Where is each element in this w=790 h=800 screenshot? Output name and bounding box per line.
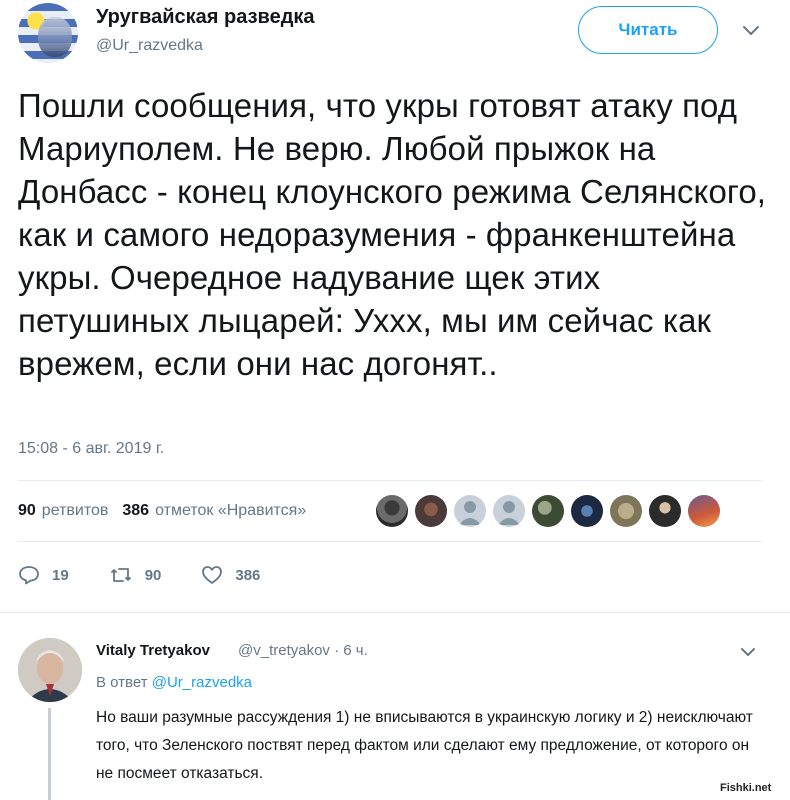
watermark: Fishki.net xyxy=(720,782,772,794)
likes-count: 386 xyxy=(122,502,150,519)
retweets-stat[interactable]: 90 ретвитов xyxy=(18,502,108,520)
tweet-actions: 19 90 386 xyxy=(18,560,300,590)
liker-avatar[interactable] xyxy=(415,495,447,527)
retweets-count: 90 xyxy=(18,502,36,519)
likes-stat[interactable]: 386 отметок «Нравится» xyxy=(122,502,306,520)
account-display-name[interactable]: Уругвайская разведка xyxy=(96,6,315,29)
reply-action[interactable]: 19 xyxy=(18,565,69,585)
reply-handle-time[interactable]: @v_tretyakov · 6 ч. xyxy=(238,642,368,659)
reply-icon xyxy=(19,566,39,585)
divider xyxy=(0,612,790,613)
likes-label: отметок «Нравится» xyxy=(155,502,307,519)
like-count: 386 xyxy=(235,566,261,584)
reply-to-mention[interactable]: @Ur_razvedka xyxy=(152,674,252,691)
reply-to-line: В ответ @Ur_razvedka xyxy=(96,674,252,691)
chevron-down-icon[interactable] xyxy=(740,646,756,658)
tweet-stats: 90 ретвитов 386 отметок «Нравится» xyxy=(18,495,320,527)
reply-to-prefix: В ответ xyxy=(96,674,148,691)
divider xyxy=(18,480,762,481)
reply-tweet[interactable]: Vitaly Tretyakov @v_tretyakov · 6 ч. В о… xyxy=(0,620,790,800)
liker-avatars xyxy=(376,495,727,527)
thread-line xyxy=(48,708,51,800)
liker-avatar[interactable] xyxy=(454,495,486,527)
retweet-count: 90 xyxy=(144,566,162,584)
account-avatar[interactable] xyxy=(18,3,78,63)
account-handle[interactable]: @Ur_razvedka xyxy=(96,37,203,55)
liker-avatar[interactable] xyxy=(376,495,408,527)
reply-avatar[interactable] xyxy=(18,638,82,702)
divider xyxy=(18,541,762,542)
liker-avatar[interactable] xyxy=(571,495,603,527)
heart-icon xyxy=(202,566,223,584)
retweet-action[interactable]: 90 xyxy=(109,565,162,585)
retweets-label: ретвитов xyxy=(41,502,109,519)
liker-avatar[interactable] xyxy=(610,495,642,527)
follow-button[interactable]: Читать xyxy=(578,6,718,54)
liker-avatar[interactable] xyxy=(688,495,720,527)
reply-text: Но ваши разумные рассуждения 1) не вписы… xyxy=(96,709,753,782)
tweet-timestamp[interactable]: 15:08 - 6 авг. 2019 г. xyxy=(18,440,164,458)
tweet-header: Уругвайская разведка @Ur_razvedka Читать xyxy=(0,0,790,70)
like-action[interactable]: 386 xyxy=(201,565,260,585)
reply-display-name[interactable]: Vitaly Tretyakov xyxy=(96,642,210,659)
liker-avatar[interactable] xyxy=(532,495,564,527)
tweet-text: Пошли сообщения, что укры готовят атаку … xyxy=(18,87,767,382)
retweet-icon xyxy=(110,568,131,582)
chevron-down-icon[interactable] xyxy=(742,24,760,38)
reply-count: 19 xyxy=(52,566,69,584)
liker-avatar[interactable] xyxy=(649,495,681,527)
liker-avatar[interactable] xyxy=(493,495,525,527)
